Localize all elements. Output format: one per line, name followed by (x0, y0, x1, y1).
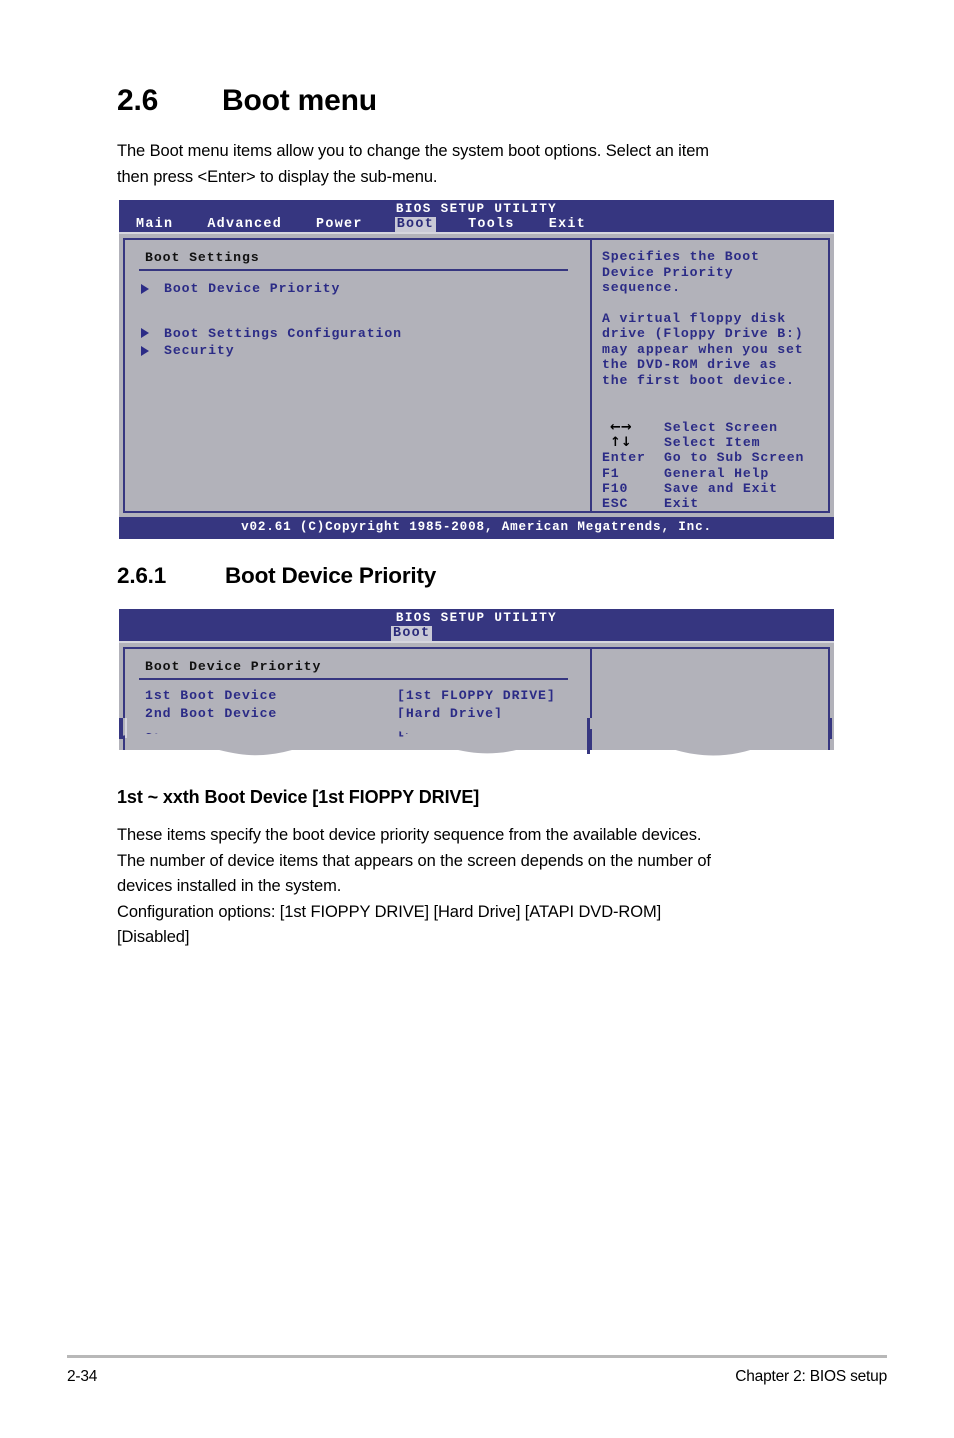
triangle-right-icon (141, 283, 149, 294)
desc-line-2: The number of device items that appears … (117, 851, 711, 870)
intro-line-2: then press <Enter> to display the sub-me… (117, 167, 438, 186)
key-legend-row: ↑↓ Select Item (602, 435, 828, 450)
desc-line-5: [Disabled] (117, 928, 190, 946)
tab-main[interactable]: Main (134, 217, 175, 232)
key-legend-key: Enter (602, 450, 646, 466)
key-legend-action: Go to Sub Screen (664, 450, 805, 466)
key-legend-action: Save and Exit (664, 480, 778, 496)
menu-item-label: Security (164, 343, 235, 358)
desc-line-3: devices installed in the system. (117, 877, 342, 895)
key-legend-action: Select Item (664, 435, 761, 451)
tab-exit[interactable]: Exit (547, 217, 588, 232)
menu-item-label: Boot Device Priority (164, 281, 341, 296)
key-legend-row: ESC Exit (602, 496, 828, 511)
item-description: These items specify the boot device prio… (117, 823, 835, 951)
intro-line-1: The Boot menu items allow you to change … (117, 142, 709, 160)
tab-boot[interactable]: Boot (394, 217, 437, 232)
torn-left-inner (125, 718, 127, 738)
menu-item-label: Boot Settings Configuration (164, 325, 402, 341)
bios-key-legend: ←→ Select Screen ↑↓ Select Item Enter Go… (602, 420, 828, 511)
page-number: 2-34 (67, 1368, 98, 1385)
chapter-label: Chapter 2: BIOS setup (735, 1368, 887, 1385)
torn-right-border (828, 718, 832, 739)
key-legend-row: Enter Go to Sub Screen (602, 450, 828, 465)
arrow-up-down-icon: ↑↓ (610, 435, 632, 451)
page-title: 2.6 Boot menu (117, 84, 377, 118)
section-title: Boot menu (222, 84, 377, 117)
key-legend-action: Exit (664, 496, 700, 512)
key-legend-row: F10 Save and Exit (602, 481, 828, 496)
arrow-left-right-icon: ←→ (610, 420, 632, 435)
bios-utility-title: BIOS SETUP UTILITY (395, 611, 558, 625)
desc-line-4: Configuration options: [1st FIOPPY DRIVE… (117, 902, 662, 921)
boot-device-label: 1st Boot Device (145, 688, 278, 703)
key-legend-key: F10 (602, 480, 629, 496)
bios-copyright-footer: v02.61 (C)Copyright 1985-2008, American … (119, 517, 834, 540)
bios-left-panel: Boot Settings Boot Device Priority Boot … (125, 240, 590, 511)
key-legend-row: F1 General Help (602, 466, 828, 481)
footer-divider (67, 1355, 887, 1358)
torn-divider (587, 718, 590, 754)
bios-help-panel: Specifies the Boot Device Priority seque… (592, 240, 828, 511)
bios-menu-item-security[interactable]: Security (125, 342, 590, 360)
tab-advanced[interactable]: Advanced (205, 217, 284, 232)
tab-power[interactable]: Power (314, 217, 365, 232)
menu-spacer (125, 298, 590, 325)
triangle-right-icon (141, 345, 149, 356)
bios-utility-title: BIOS SETUP UTILITY (395, 202, 558, 216)
bios-screen-boot-menu: BIOS SETUP UTILITY Main Advanced Power B… (119, 200, 834, 540)
panel-heading: Boot Device Priority (145, 659, 322, 674)
key-legend-row: ←→ Select Screen (602, 420, 828, 435)
intro-paragraph: The Boot menu items allow you to change … (117, 139, 835, 190)
bios-menu-tabs: Main Advanced Power Boot Tools Exit (119, 217, 834, 232)
boot-device-value: [1st FLOPPY DRIVE] (397, 688, 556, 703)
subsection-number: 2.6.1 (117, 563, 167, 588)
key-legend-action: General Help (664, 465, 770, 481)
item-heading: 1st ~ xxth Boot Device [1st FIOPPY DRIVE… (117, 787, 480, 807)
tab-tools[interactable]: Tools (466, 217, 517, 232)
subsection-title: 2.6.1 Boot Device Priority (117, 563, 436, 589)
bios-menu-tabs: Boot (119, 626, 834, 641)
key-legend-key: F1 (602, 465, 620, 481)
document-page: 2.6 Boot menu The Boot menu items allow y… (0, 0, 954, 1438)
triangle-right-icon (141, 328, 149, 339)
help-paragraph-1: Specifies the Boot Device Priority seque… (602, 249, 760, 295)
torn-edge-decoration (119, 718, 834, 764)
panel-heading: Boot Settings (145, 250, 260, 265)
torn-edge-svg (119, 718, 834, 756)
section-number: 2.6 (117, 84, 159, 117)
bios-header: BIOS SETUP UTILITY Boot (119, 609, 834, 641)
bios-body-wrap: Boot Settings Boot Device Priority Boot … (119, 232, 834, 518)
help-paragraph-2: A virtual floppy disk drive (Floppy Driv… (602, 310, 804, 388)
bios-menu-item-boot-settings-configuration[interactable]: Boot Settings Configuration (125, 325, 590, 343)
bios-menu-item-boot-device-priority[interactable]: Boot Device Priority (125, 280, 590, 298)
boot-device-row-1[interactable]: 1st Boot Device [1st FLOPPY DRIVE] (125, 687, 590, 705)
bios-body: Boot Settings Boot Device Priority Boot … (123, 238, 830, 514)
bios-header: BIOS SETUP UTILITY Main Advanced Power B… (119, 200, 834, 232)
key-legend-key: ESC (602, 496, 629, 512)
desc-line-1: These items specify the boot device prio… (117, 826, 702, 844)
tab-boot[interactable]: Boot (391, 626, 433, 641)
torn-fill (119, 718, 834, 756)
key-legend-action: Select Screen (664, 420, 778, 435)
torn-left-border (119, 718, 123, 739)
subsection-title-text: Boot Device Priority (225, 563, 437, 588)
